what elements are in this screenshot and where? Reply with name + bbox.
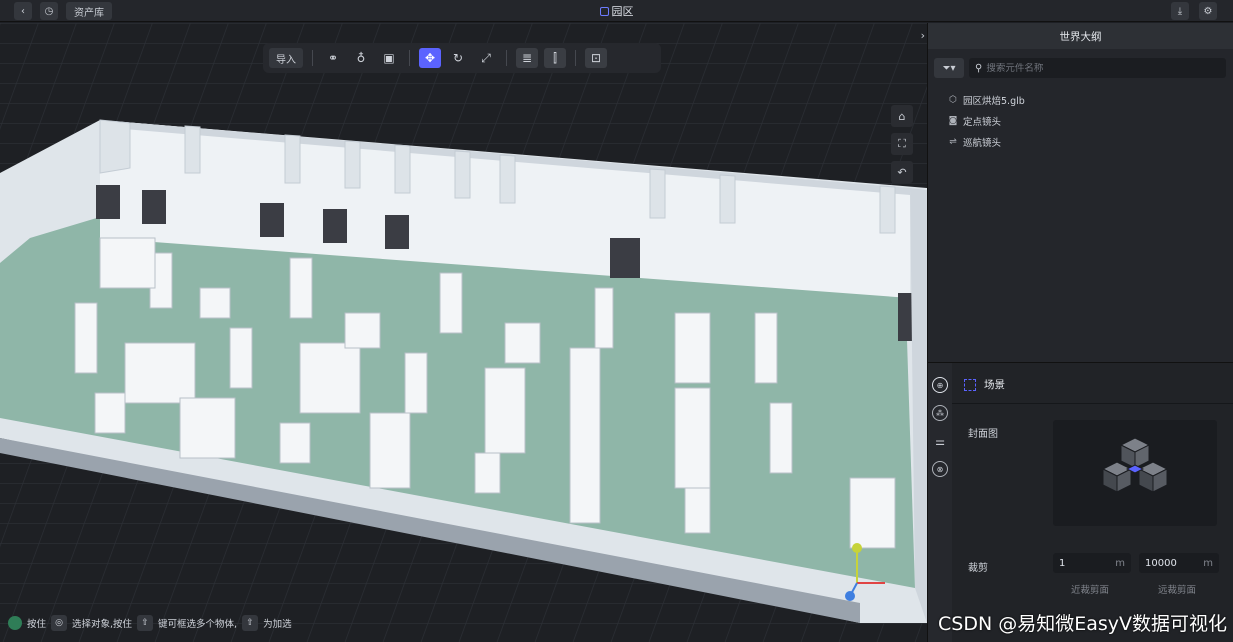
toolbar-divider — [575, 50, 576, 66]
filter-button[interactable]: ⏷▾ — [934, 58, 964, 78]
hint-select: 选择对象,按住 — [72, 619, 133, 630]
unit-label: m — [1203, 557, 1213, 569]
near-clip-value: 1 — [1059, 557, 1066, 569]
inspector-panel: ⊕ ⁂ ⚌ ⊗ 场景 封面图 裁剪 1 m 10000 m 近裁剪面 远裁剪面 — [928, 362, 1233, 642]
near-clip-input[interactable]: 1 m — [1053, 553, 1131, 573]
import-button[interactable]: 导入 — [269, 48, 303, 68]
clip-label: 裁剪 — [968, 563, 988, 574]
far-clip-input[interactable]: 10000 m — [1139, 553, 1219, 573]
scale-icon[interactable]: ⤢ — [475, 48, 497, 68]
hint-press: 按住 — [27, 619, 47, 630]
far-clip-caption: 远裁剪面 — [1158, 585, 1197, 596]
route-icon: ⇌ — [949, 136, 957, 147]
scene-frame-icon — [964, 378, 976, 391]
shift-key-icon: ⇧ — [242, 615, 259, 631]
collapse-panel-icon[interactable]: › — [921, 29, 925, 42]
align-left-icon[interactable]: ≣ — [516, 48, 538, 68]
top-bar: ‹ ◷ 资产库 园区 ⤓ ⚙ — [0, 0, 1233, 22]
align-center-icon[interactable]: ⫿ — [544, 48, 566, 68]
focus-icon[interactable]: ⛶ — [891, 133, 913, 155]
cover-label: 封面图 — [968, 429, 998, 440]
download-icon: ⤓ — [1177, 5, 1183, 17]
section-header: 场景 — [964, 377, 1005, 392]
view-mode-icon[interactable]: ⌂ — [891, 105, 913, 127]
lock-icon[interactable]: ⊡ — [585, 48, 607, 68]
right-panel: 世界大纲 ⏷▾ ⚲ ⬡ 园区烘焙5.glb ◙ 定点镜头 ⇌ 巡航镜头 ⊕ ⁂ ⚌ ⊗… — [927, 23, 1233, 642]
toolbar-divider — [409, 50, 410, 66]
3d-viewport[interactable]: › 导入 ⚭ ♁ ▣ ✥ ↻ ⤢ ≣ ⫿ ⊡ ⌂ ⛶ ↶ 按住 ◎ 选择对象,按… — [0, 23, 927, 642]
hint-add: 为加选 — [263, 619, 292, 630]
toolbar-divider — [506, 50, 507, 66]
shift-key-icon: ⇧ — [137, 615, 154, 631]
cube-logo-icon — [1101, 437, 1169, 493]
toolbar-divider — [312, 50, 313, 66]
hint-multi: 键可框选多个物体, — [158, 619, 238, 630]
tree-item-fixed-camera[interactable]: ◙ 定点镜头 — [948, 110, 1025, 131]
transform-toolbar: 导入 ⚭ ♁ ▣ ✥ ↻ ⤢ ≣ ⫿ ⊡ — [263, 43, 661, 73]
adjust-icon[interactable]: ⚌ — [932, 433, 948, 449]
section-title: 场景 — [984, 379, 1005, 391]
tree-item-label: 园区烘焙5.glb — [963, 95, 1025, 107]
factory-scene — [0, 23, 927, 642]
cover-image[interactable] — [1053, 420, 1217, 526]
search-box[interactable]: ⚲ — [969, 58, 1226, 78]
globe-icon[interactable]: ⊗ — [932, 461, 948, 477]
camera-icon: ◙ — [948, 115, 958, 126]
inspector-tabs: ⊕ ⁂ ⚌ ⊗ — [928, 363, 952, 642]
status-hint: 按住 ◎ 选择对象,按住 ⇧ 键可框选多个物体, ⇧ 为加选 — [8, 612, 292, 634]
divider — [952, 403, 1233, 404]
outline-search: ⏷▾ ⚲ — [934, 58, 1226, 78]
filter-icon: ⏷▾ — [942, 62, 956, 74]
gear-icon: ⚙ — [1203, 5, 1213, 17]
move-icon[interactable]: ✥ — [419, 48, 441, 68]
camera-icon[interactable]: ▣ — [378, 48, 400, 68]
search-icon: ⚲ — [975, 62, 983, 74]
add-object-icon[interactable]: ⚭ — [322, 48, 344, 68]
tree-item-label: 巡航镜头 — [963, 137, 1002, 149]
undo-icon[interactable]: ↶ — [891, 161, 913, 183]
page-title: 园区 — [0, 3, 1233, 19]
far-clip-value: 10000 — [1145, 557, 1177, 569]
outline-header: 世界大纲 — [928, 23, 1233, 49]
download-button[interactable]: ⤓ — [1171, 2, 1189, 20]
unit-label: m — [1115, 557, 1125, 569]
settings-button[interactable]: ⚙ — [1199, 2, 1217, 20]
tree-item-label: 定点镜头 — [963, 116, 1002, 128]
status-indicator — [8, 616, 22, 630]
model-icon: ⬡ — [949, 94, 957, 105]
tree-item-cruise-camera[interactable]: ⇌ 巡航镜头 — [948, 131, 1025, 152]
tree-item-model[interactable]: ⬡ 园区烘焙5.glb — [948, 89, 1025, 110]
light-icon[interactable]: ♁ — [350, 48, 372, 68]
rotate-icon[interactable]: ↻ — [447, 48, 469, 68]
mouse-icon: ◎ — [51, 615, 68, 631]
project-icon — [599, 7, 609, 16]
search-input[interactable] — [986, 62, 1207, 74]
watermark: CSDN @易知微EasyV数据可视化 — [938, 613, 1227, 635]
viewport-side-tools: ⌂ ⛶ ↶ — [891, 105, 913, 183]
page-title-text: 园区 — [611, 5, 634, 18]
near-clip-caption: 近裁剪面 — [1071, 585, 1110, 596]
outline-tree: ⬡ 园区烘焙5.glb ◙ 定点镜头 ⇌ 巡航镜头 — [948, 89, 1025, 152]
scene-icon[interactable]: ⊕ — [932, 377, 948, 393]
materials-icon[interactable]: ⁂ — [932, 405, 948, 421]
outline-title: 世界大纲 — [1059, 30, 1102, 43]
